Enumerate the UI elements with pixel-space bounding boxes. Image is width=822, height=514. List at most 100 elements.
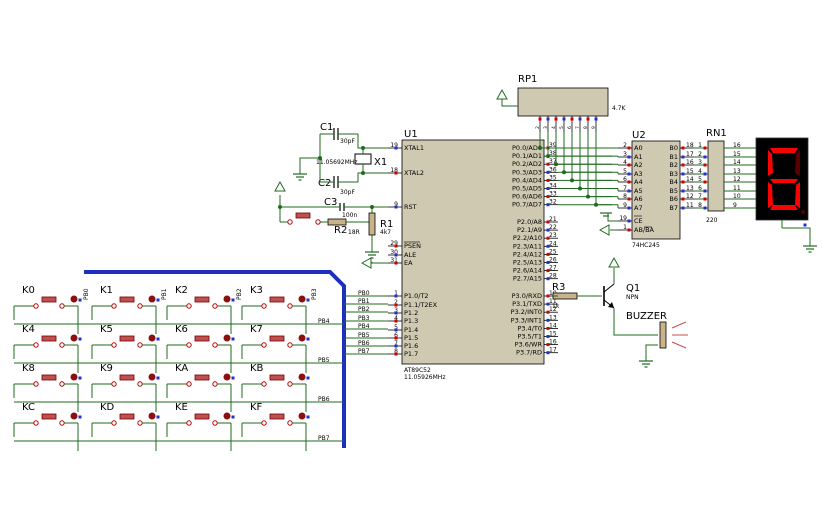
- mcu-pin-marker: [546, 318, 550, 322]
- keypad-matrix: PB0PB1PB2PB3PB4PB5PB6PB7K0 K1 K2 K3K4 K5 K6 K7…: [13, 270, 388, 451]
- rnet-pin-marker: [703, 172, 707, 176]
- resistor-pack-rp1: RP1 4.7K 2 3 4 5 6 7 8 9: [496, 74, 627, 132]
- display-digit: 6: [0, 0, 1, 1]
- button-actuator: [194, 413, 210, 420]
- buffer-pin-marker: [627, 172, 631, 176]
- pin-marker: [231, 337, 235, 341]
- display-digit-value: 6: [0, 0, 1, 1]
- rpack-pin-marker: [546, 117, 550, 121]
- mcu-pin-marker: [546, 310, 550, 314]
- key-kd[interactable]: KD: [91, 402, 160, 451]
- mcu-pin-name: P2.6/A14: [513, 267, 542, 275]
- button-actuator: [41, 413, 57, 420]
- pin-marker: [156, 337, 160, 341]
- button-contact: [261, 381, 267, 387]
- buffer-pin-number: 18: [686, 142, 694, 149]
- button-contact: [186, 420, 192, 426]
- bus-label: PB0: [358, 290, 370, 297]
- mcu-pin-marker: [394, 205, 398, 209]
- mcu-pin-marker: [546, 269, 550, 273]
- ground-symbol: [293, 168, 307, 181]
- key-led: [298, 295, 306, 303]
- buffer-pin-name: CE: [634, 217, 643, 225]
- button-actuator: [295, 212, 311, 219]
- buffer-pin-marker: [627, 197, 631, 201]
- mcu-pin-number: 24: [549, 240, 557, 247]
- buffer-pin-marker: [627, 146, 631, 150]
- bus-label: PB7: [358, 348, 370, 355]
- resistor-network-rn1: RN12201 162 153 144 135 126 117 108 9: [694, 128, 756, 224]
- mcu-pin-name: P3.7/RD: [516, 349, 542, 357]
- buffer-pin-number: 11: [686, 202, 694, 209]
- pin-marker: [156, 376, 160, 380]
- button-contact: [212, 342, 218, 348]
- pin-marker: [306, 415, 310, 419]
- buffer-pin-name: A4: [634, 178, 643, 186]
- button-contact: [33, 303, 39, 309]
- pin-marker: [78, 376, 82, 380]
- button-contact: [186, 381, 192, 387]
- rnet-pin-number: 11: [733, 185, 741, 192]
- resistor-r3-ref: R3: [552, 282, 565, 293]
- mcu-pin-marker: [546, 343, 550, 347]
- key-kf[interactable]: KF: [241, 402, 310, 451]
- key-label: KA: [175, 363, 188, 374]
- buffer-pin-marker: [681, 146, 685, 150]
- mcu-pin-name: P1.2: [404, 309, 418, 317]
- button-actuator: [269, 374, 285, 381]
- key-led: [298, 412, 306, 420]
- mcu-pin-name: P3.5/T1: [517, 333, 542, 341]
- mcu-pin-number: 27: [549, 265, 557, 272]
- buffer-part: 74HC245: [632, 242, 660, 249]
- bus-label: PB1: [358, 298, 370, 305]
- key-label: K0: [22, 285, 35, 296]
- mcu-pin-marker: [546, 277, 550, 281]
- button-contact: [33, 420, 39, 426]
- rnet-pin-number: 15: [733, 151, 741, 158]
- key-led: [298, 373, 306, 381]
- mcu-pin-name: RST: [404, 203, 417, 211]
- buffer-pin-name: A5: [634, 187, 643, 195]
- bus-label: PB2: [358, 306, 370, 313]
- buffer-pin-marker: [627, 163, 631, 167]
- key-kc[interactable]: KC: [13, 402, 82, 451]
- bus-label: PB6: [358, 340, 370, 347]
- mcu-pin-name: P0.3/AD3: [512, 168, 542, 176]
- display-decimal-point: [801, 210, 805, 214]
- mcu-pin-marker: [546, 351, 550, 355]
- pin-marker: [231, 298, 235, 302]
- key-ke[interactable]: KE: [166, 402, 235, 451]
- transistor-type: NPN: [626, 294, 639, 301]
- pin-marker: [78, 415, 82, 419]
- bus-label: PB2: [236, 288, 243, 300]
- bus-label: PB7: [318, 435, 330, 442]
- mcu-pin-marker: [546, 195, 550, 199]
- buffer-pin-marker: [627, 189, 631, 193]
- rpack-pin-marker: [570, 117, 574, 121]
- buffer-pin-marker: [681, 180, 685, 184]
- buffer-pin-name: A2: [634, 161, 643, 169]
- key-led: [148, 373, 156, 381]
- mcu-pin-name: P0.1/AD1: [512, 152, 542, 160]
- mcu-pin-name: P3.2/INT0: [511, 308, 542, 316]
- mcu-pin-name: P2.2/A10: [513, 234, 542, 242]
- rnet-body: [707, 140, 725, 212]
- pin-marker: [306, 376, 310, 380]
- transistor-arrow: [608, 302, 614, 308]
- button-contact: [111, 420, 117, 426]
- mcu-pin-name: P2.1/A9: [517, 226, 542, 234]
- button-contact: [315, 219, 321, 225]
- power-arrow-icon: [360, 257, 372, 269]
- key-led: [223, 295, 231, 303]
- mcu-pin-marker: [394, 352, 398, 356]
- key-label: KF: [250, 402, 263, 413]
- buzzer-driver: R3 1k Q1NPN BUZZER: [552, 256, 688, 355]
- mcu-pin-number: 22: [549, 224, 557, 231]
- mcu-pin-number: 13: [549, 314, 557, 321]
- wire: [782, 227, 811, 240]
- crystal-ref: X1: [374, 157, 387, 168]
- power-arrow-icon: [608, 256, 620, 268]
- pin-marker: [78, 298, 82, 302]
- button-contact: [212, 381, 218, 387]
- key-label: K8: [22, 363, 35, 374]
